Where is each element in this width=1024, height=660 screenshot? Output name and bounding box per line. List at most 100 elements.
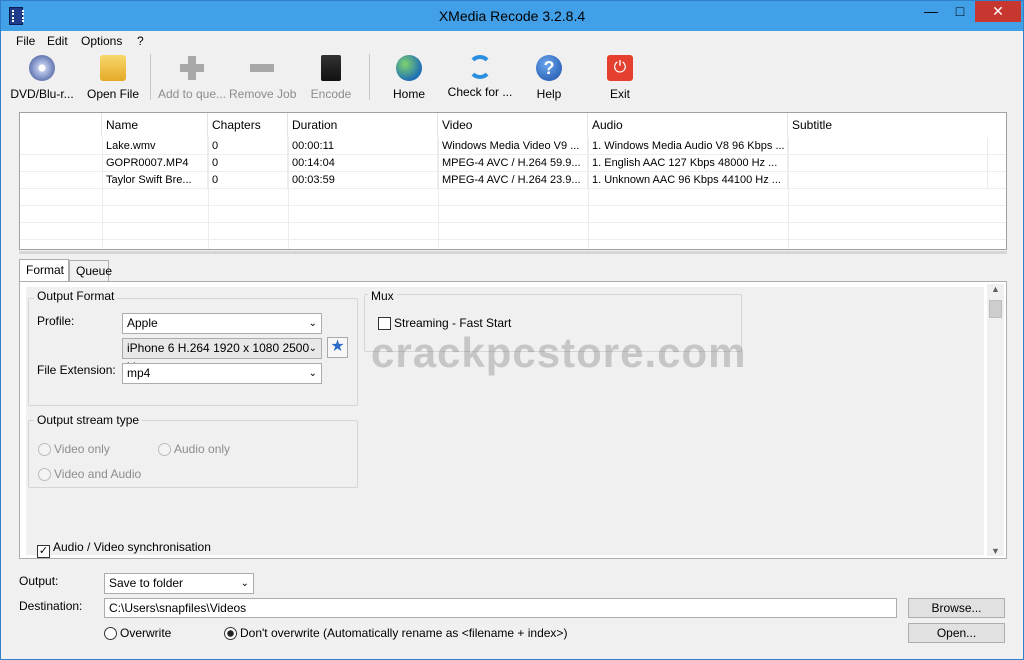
cell-audio: 1. Windows Media Audio V8 96 Kbps ... [588,138,788,155]
globe-icon [396,55,422,81]
profile-label: Profile: [37,314,75,328]
streaming-fast-start-checkbox[interactable]: Streaming - Fast Start [378,316,511,330]
favorite-star-icon[interactable]: ★ [327,337,348,358]
cell-subtitle [788,172,988,189]
cell-chapters: 0 [208,172,288,189]
radio-label: Video and Audio [54,467,142,481]
home-button[interactable]: Home [387,55,431,101]
cell-name: Taylor Swift Bre... [102,172,208,189]
cell-audio: 1. Unknown AAC 96 Kbps 44100 Hz ... [588,172,788,189]
cell-duration: 00:00:11 [288,138,438,155]
radio-video-and-audio[interactable]: Video and Audio [38,467,141,481]
scroll-up-icon[interactable]: ▲ [987,284,1004,294]
cell-subtitle [788,138,988,155]
cell-audio: 1. English AAC 127 Kbps 48000 Hz ... [588,155,788,172]
add-to-queue-button[interactable]: Add to que... [157,55,227,101]
av-sync-checkbox[interactable]: ✓ Audio / Video synchronisation [37,540,211,558]
cell-chapters: 0 [208,138,288,155]
menu-options[interactable]: Options [81,34,122,48]
maximize-button[interactable]: □ [946,1,974,22]
main-window: XMedia Recode 3.2.8.4 — □ ✕ File Edit Op… [0,0,1024,660]
scrollbar-thumb[interactable] [989,300,1002,318]
column-header-video[interactable]: Video [438,113,588,137]
file-extension-value: mp4 [127,366,151,380]
plus-icon [179,55,205,81]
panel-scrollbar[interactable]: ▲ ▼ [987,284,1004,556]
encode-icon [321,55,341,81]
radio-dont-overwrite[interactable]: Don't overwrite (Automatically rename as… [224,626,567,640]
checkbox-check-icon: ✓ [37,545,50,558]
open-file-button[interactable]: Open File [85,55,141,101]
checkbox-label: Audio / Video synchronisation [53,540,211,554]
output-stream-type-legend: Output stream type [34,413,143,427]
toolbar: DVD/Blu-r... Open File Add to que... Rem… [1,52,1023,104]
radio-video-only[interactable]: Video only [38,442,110,456]
column-header-duration[interactable]: Duration [288,113,438,137]
radio-dot [158,443,171,456]
power-icon: ⏻ [607,55,633,81]
radio-label: Don't overwrite (Automatically rename as… [240,626,568,640]
cell-name: GOPR0007.MP4 [102,155,208,172]
minimize-button[interactable]: — [917,1,945,22]
exit-button[interactable]: ⏻ Exit [605,55,635,101]
chevron-down-icon: ⌄ [308,368,317,379]
column-header-subtitle[interactable]: Subtitle [788,113,988,137]
radio-dot [224,627,237,640]
menu-help[interactable]: ? [137,34,144,48]
help-button[interactable]: ? Help [531,55,567,101]
dvd-bluray-button[interactable]: DVD/Blu-r... [7,55,77,101]
open-folder-icon [100,55,126,81]
chevron-down-icon: ⌄ [240,578,249,589]
destination-input[interactable]: C:\Users\snapfiles\Videos [104,598,897,618]
profile-select-value: Apple [127,316,158,330]
tab-queue[interactable]: Queue [69,260,112,282]
dvd-icon [29,55,55,81]
cell-video: MPEG-4 AVC / H.264 59.9... [438,155,588,172]
file-extension-label: File Extension: [37,363,116,377]
toolbar-separator [150,54,151,100]
open-button[interactable]: Open... [908,623,1005,643]
radio-label: Overwrite [120,626,172,640]
column-header-name[interactable]: Name [102,113,208,137]
column-header-audio[interactable]: Audio [588,113,788,137]
radio-dot [38,443,51,456]
menu-bar: File Edit Options ? [1,32,1023,52]
cell-video: Windows Media Video V9 ... [438,138,588,155]
output-select-value: Save to folder [109,576,184,590]
format-panel: Output Format Profile: Apple ⌄ iPhone 6 … [19,281,1007,559]
browse-button[interactable]: Browse... [908,598,1005,618]
check-updates-button[interactable]: Check for ... [445,55,515,99]
profile-select[interactable]: Apple ⌄ [122,313,322,334]
cell-name: Lake.wmv [102,138,208,155]
radio-audio-only[interactable]: Audio only [158,442,230,456]
mux-legend: Mux [368,289,397,303]
cell-subtitle [788,155,988,172]
chevron-down-icon: ⌄ [308,318,317,329]
checkbox-label: Streaming - Fast Start [394,316,512,330]
splitter-handle[interactable] [19,251,1007,254]
radio-label: Video only [54,442,110,456]
menu-edit[interactable]: Edit [47,34,68,48]
table-row[interactable]: GOPR0007.MP4 0 00:14:04 MPEG-4 AVC / H.2… [20,155,1006,172]
radio-dot [38,468,51,481]
encode-button[interactable]: Encode [307,55,355,101]
table-row[interactable]: Taylor Swift Bre... 0 00:03:59 MPEG-4 AV… [20,172,1006,189]
watermark-text: crackpcstore.com [371,329,747,376]
destination-label: Destination: [19,599,83,613]
table-row-empty [20,189,1006,206]
column-header-blank [20,113,102,137]
table-row[interactable]: Lake.wmv 0 00:00:11 Windows Media Video … [20,138,1006,155]
output-select[interactable]: Save to folder ⌄ [104,573,254,594]
radio-overwrite[interactable]: Overwrite [104,626,171,640]
menu-file[interactable]: File [16,34,35,48]
preset-select[interactable]: iPhone 6 H.264 1920 x 1080 2500 kb ⌄ [122,338,322,374]
file-list-table[interactable]: Name Chapters Duration Video Audio Subti… [19,112,1007,250]
remove-job-button[interactable]: Remove Job [229,55,296,101]
file-extension-select[interactable]: mp4 ⌄ [122,363,322,384]
close-button[interactable]: ✕ [975,1,1021,22]
radio-label: Audio only [174,442,231,456]
scroll-down-icon[interactable]: ▼ [987,546,1004,556]
column-header-chapters[interactable]: Chapters [208,113,288,137]
title-bar[interactable]: XMedia Recode 3.2.8.4 — □ ✕ [1,1,1023,31]
tab-format[interactable]: Format [19,259,69,282]
